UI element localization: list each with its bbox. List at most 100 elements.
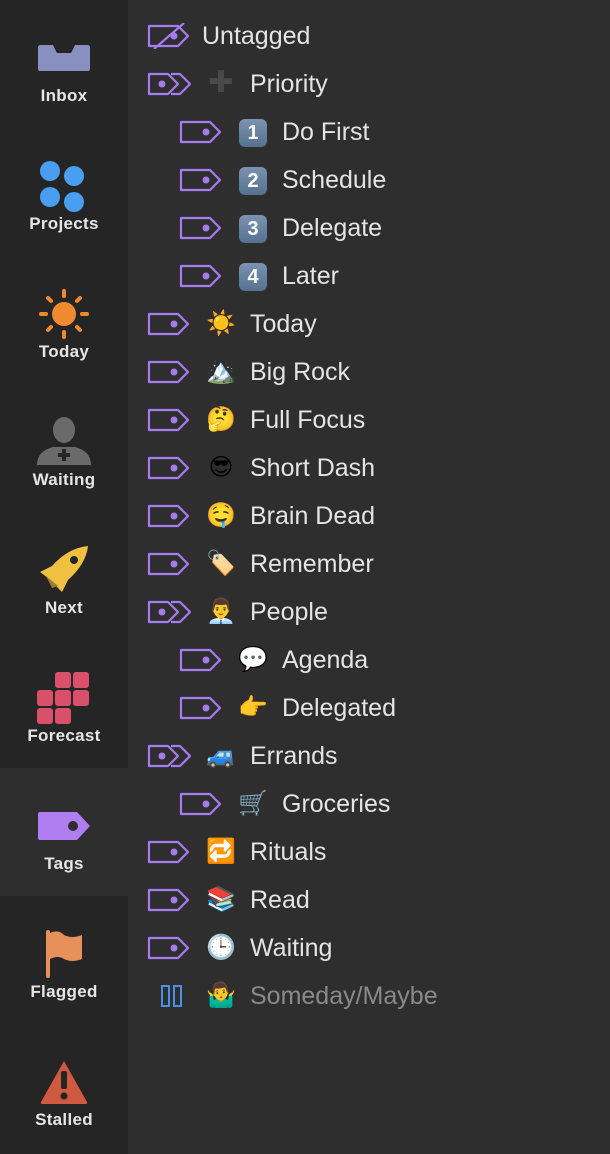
tag-group-icon (146, 599, 192, 625)
tag-emoji-icon: 🚙 (206, 742, 236, 769)
tags-list: Untagged ✚ Priority 1 Do First 2 Schedule 3 Dele… (128, 0, 610, 1154)
sidebar-item-stalled[interactable]: Stalled (0, 1024, 128, 1152)
sidebar-item-label: Tags (44, 854, 84, 873)
sidebar-item-tags[interactable]: Tags (0, 768, 128, 896)
tag-emoji-icon: 4 (236, 261, 270, 291)
on-hold-icon (146, 983, 192, 1009)
tag-label: People (250, 597, 328, 626)
tag-label: Remember (250, 549, 374, 578)
tag-icon (146, 311, 192, 337)
tag-label: Priority (250, 69, 328, 98)
perspective-sidebar: Inbox Projects Today Waiting Next Forecast Tag… (0, 0, 128, 1154)
tag-row-full-focus[interactable]: 🤔 Full Focus (146, 396, 365, 444)
tag-emoji-icon: 🕒 (206, 934, 236, 961)
tag-emoji-icon: 🔁 (206, 838, 236, 865)
tag-group-icon (146, 743, 192, 769)
tag-row-read[interactable]: 📚 Read (146, 876, 310, 924)
tag-row-delegated[interactable]: 👉 Delegated (178, 684, 396, 732)
untagged-icon (146, 23, 192, 49)
tag-row-schedule[interactable]: 2 Schedule (178, 156, 386, 204)
tag-row-waiting[interactable]: 🕒 Waiting (146, 924, 332, 972)
rocket-icon (34, 540, 94, 600)
tag-row-someday-maybe[interactable]: 🤷‍♂️ Someday/Maybe (146, 972, 438, 1020)
sidebar-item-waiting[interactable]: Waiting (0, 384, 128, 512)
tag-label: Untagged (202, 21, 311, 50)
tag-label: Delegated (282, 693, 396, 722)
tag-group-icon (146, 71, 192, 97)
tag-emoji-icon: 3 (236, 213, 270, 243)
tag-label: Someday/Maybe (250, 981, 438, 1010)
tag-row-groceries[interactable]: 🛒 Groceries (178, 780, 390, 828)
tag-emoji-icon: 💬 (238, 646, 268, 673)
tag-label: Agenda (282, 645, 369, 674)
tag-icon (178, 791, 224, 817)
tag-icon (146, 503, 192, 529)
tag-icon (146, 359, 192, 385)
tag-label: Errands (250, 741, 338, 770)
tag-row-errands[interactable]: 🚙 Errands (146, 732, 338, 780)
sidebar-item-next[interactable]: Next (0, 512, 128, 640)
warning-icon (34, 1052, 94, 1112)
tag-icon (146, 935, 192, 961)
tag-emoji-icon: 👉 (238, 694, 268, 721)
tag-row-do-first[interactable]: 1 Do First (178, 108, 370, 156)
person-plus-icon (34, 412, 94, 472)
tag-label: Later (282, 261, 339, 290)
tag-row-delegate[interactable]: 3 Delegate (178, 204, 382, 252)
tag-emoji-icon: 😎 (208, 454, 234, 481)
tag-label: Big Rock (250, 357, 351, 386)
tag-label: Do First (282, 117, 370, 146)
tag-row-agenda[interactable]: 💬 Agenda (178, 636, 368, 684)
tag-emoji-icon: 🛒 (238, 790, 268, 817)
tag-row-later[interactable]: 4 Later (178, 252, 339, 300)
tag-label: Read (250, 885, 310, 914)
tag-icon (146, 839, 192, 865)
tag-row-today[interactable]: ☀️ Today (146, 300, 317, 348)
tag-icon (34, 796, 94, 856)
tag-icon (178, 647, 224, 673)
tag-emoji-icon: ☀️ (206, 310, 236, 337)
tag-emoji-icon: 📚 (206, 886, 236, 913)
tag-icon (146, 887, 192, 913)
projects-icon (34, 156, 94, 216)
tag-row-remember[interactable]: 🏷️ Remember (146, 540, 374, 588)
tag-row-untagged[interactable]: Untagged (146, 12, 310, 60)
tag-row-people[interactable]: 👨‍💼 People (146, 588, 328, 636)
flag-icon (34, 924, 94, 984)
tag-icon (178, 119, 224, 145)
tag-emoji-icon: 🏔️ (206, 358, 236, 385)
tag-emoji-icon: ✚ (208, 66, 234, 99)
tag-label: Waiting (250, 933, 333, 962)
sidebar-item-label: Waiting (32, 470, 96, 489)
tag-label: Schedule (282, 165, 387, 194)
tag-emoji-icon: 2 (236, 165, 270, 195)
tag-row-rituals[interactable]: 🔁 Rituals (146, 828, 326, 876)
sidebar-item-label: Next (44, 598, 84, 617)
sun-icon (34, 284, 94, 344)
tag-label: Today (250, 309, 317, 338)
tag-icon (178, 263, 224, 289)
sidebar-item-projects[interactable]: Projects (0, 128, 128, 256)
forecast-grid-icon (34, 668, 94, 728)
sidebar-item-inbox[interactable]: Inbox (0, 0, 128, 128)
sidebar-item-flagged[interactable]: Flagged (0, 896, 128, 1024)
tag-emoji-icon: 🤤 (206, 502, 236, 529)
tag-emoji-icon: 🏷️ (206, 550, 236, 577)
tag-label: Rituals (250, 837, 327, 866)
sidebar-item-label: Flagged (30, 982, 98, 1001)
tag-icon (146, 551, 192, 577)
tag-icon (146, 407, 192, 433)
sidebar-item-label: Stalled (35, 1110, 93, 1129)
tag-emoji-icon: 👨‍💼 (206, 598, 236, 625)
tag-row-short-dash[interactable]: 😎 Short Dash (146, 444, 375, 492)
tag-label: Short Dash (250, 453, 376, 482)
sidebar-item-forecast[interactable]: Forecast (0, 640, 128, 768)
sidebar-item-label: Projects (29, 214, 99, 233)
sidebar-item-today[interactable]: Today (0, 256, 128, 384)
tag-emoji-icon: 1 (236, 117, 270, 147)
tag-row-big-rock[interactable]: 🏔️ Big Rock (146, 348, 350, 396)
tag-icon (178, 695, 224, 721)
tag-emoji-icon: 🤔 (206, 406, 236, 433)
tag-row-brain-dead[interactable]: 🤤 Brain Dead (146, 492, 375, 540)
tag-row-priority[interactable]: ✚ Priority (146, 60, 328, 108)
